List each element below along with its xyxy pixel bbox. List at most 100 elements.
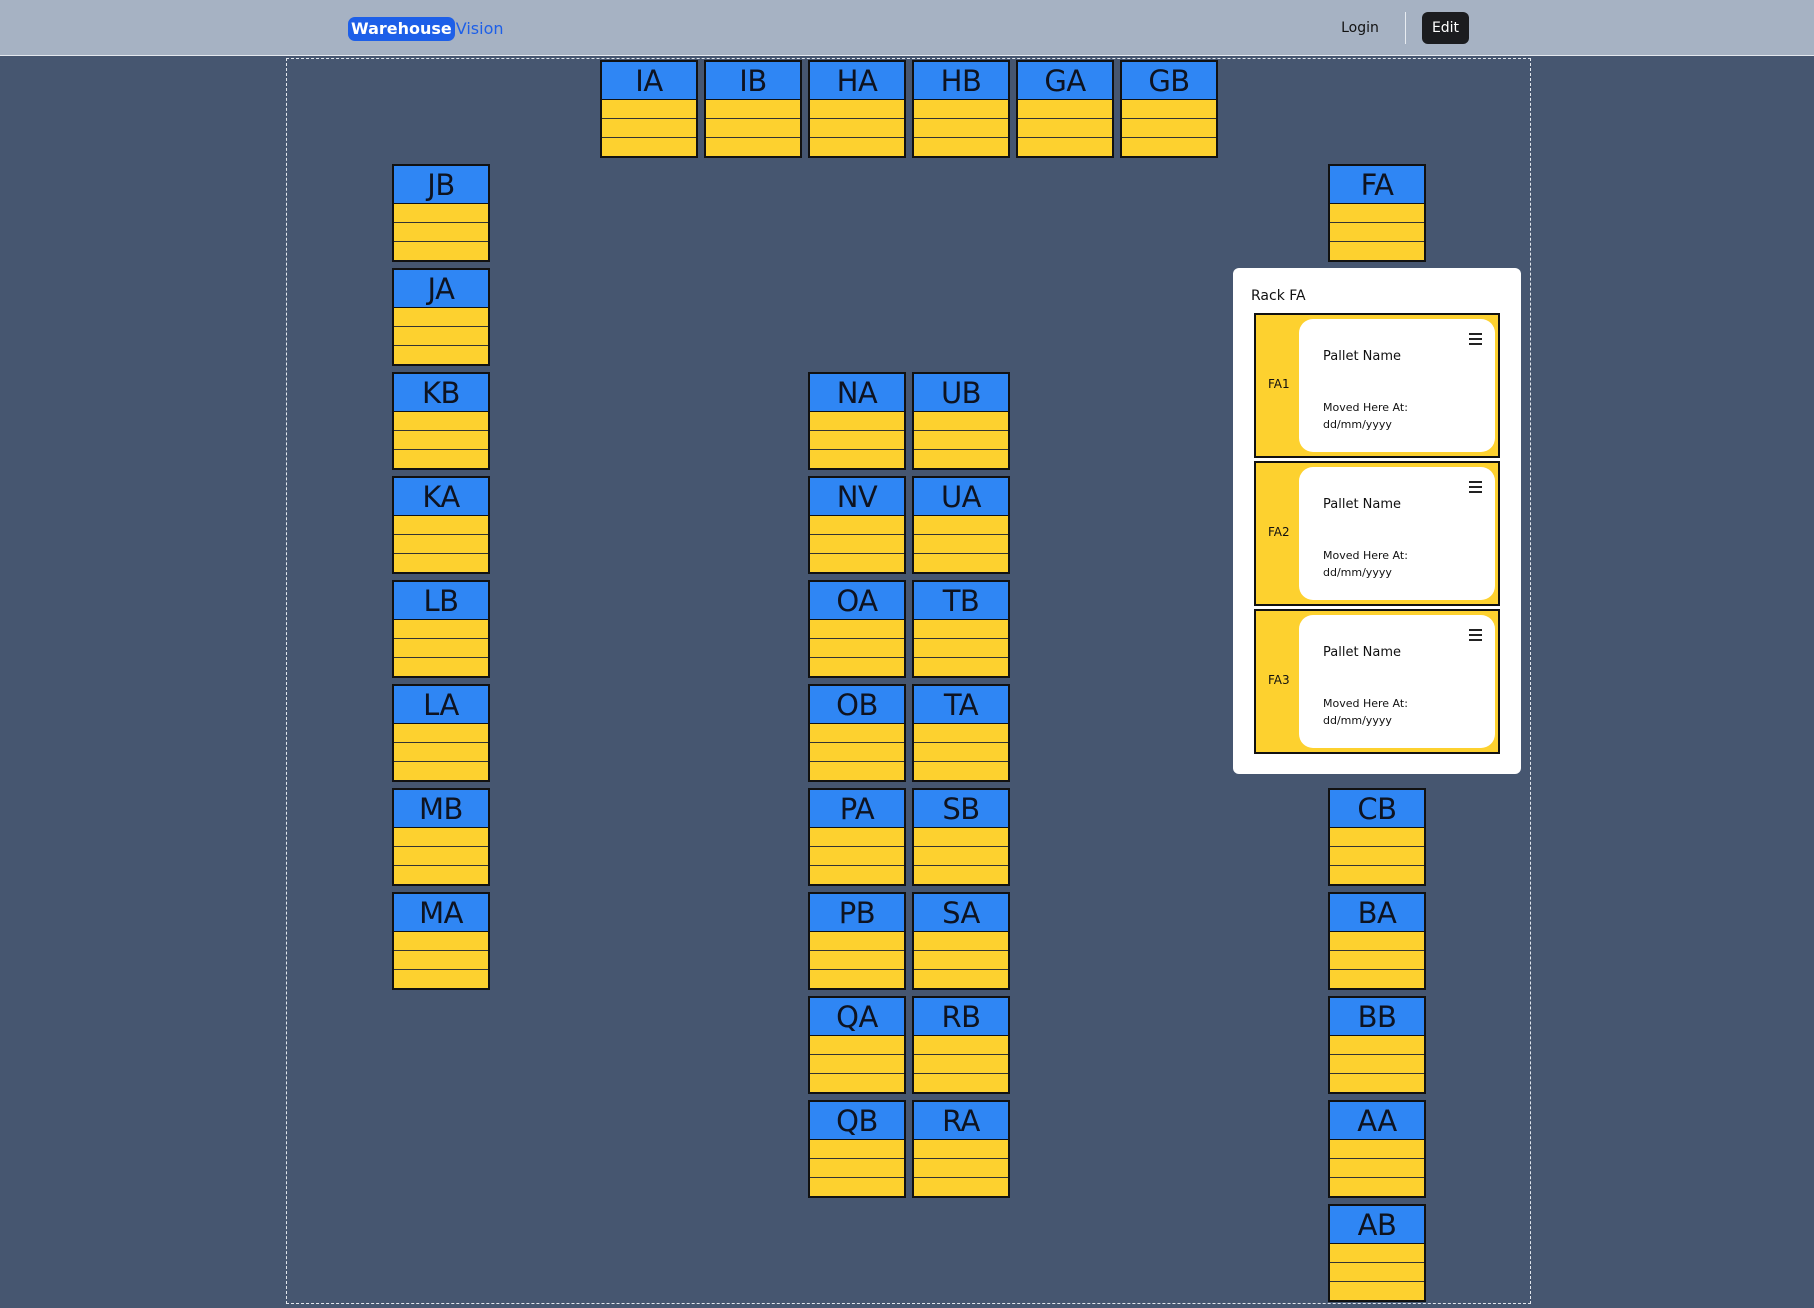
rack-slot[interactable]: [914, 847, 1008, 866]
rack-slot[interactable]: [1330, 970, 1424, 988]
rack-slot[interactable]: [602, 138, 696, 156]
rack-slot[interactable]: [394, 743, 488, 762]
rack-slot[interactable]: [914, 658, 1008, 676]
rack-mb[interactable]: MB: [392, 788, 490, 886]
rack-slot[interactable]: [394, 412, 488, 431]
rack-ba[interactable]: BA: [1328, 892, 1426, 990]
rack-fa[interactable]: FA: [1328, 164, 1426, 262]
rack-slot[interactable]: [706, 138, 800, 156]
rack-slot[interactable]: [914, 535, 1008, 554]
rack-slot[interactable]: [394, 724, 488, 743]
rack-slot[interactable]: [810, 951, 904, 970]
rack-slot[interactable]: [394, 847, 488, 866]
rack-slot[interactable]: [810, 535, 904, 554]
rack-slot[interactable]: [1122, 119, 1216, 138]
rack-slot[interactable]: [1330, 1074, 1424, 1092]
rack-slot[interactable]: [1330, 1140, 1424, 1159]
rack-rb[interactable]: RB: [912, 996, 1010, 1094]
rack-slot[interactable]: [394, 223, 488, 242]
rack-la[interactable]: LA: [392, 684, 490, 782]
menu-icon[interactable]: [1469, 333, 1483, 345]
rack-qb[interactable]: QB: [808, 1100, 906, 1198]
rack-slot[interactable]: [394, 431, 488, 450]
rack-slot[interactable]: [1330, 932, 1424, 951]
rack-slot[interactable]: [1330, 1036, 1424, 1055]
rack-slot[interactable]: [914, 100, 1008, 119]
rack-cb[interactable]: CB: [1328, 788, 1426, 886]
rack-ha[interactable]: HA: [808, 60, 906, 158]
rack-ob[interactable]: OB: [808, 684, 906, 782]
rack-slot[interactable]: [810, 138, 904, 156]
rack-slot[interactable]: [810, 866, 904, 884]
rack-slot[interactable]: [810, 450, 904, 468]
rack-jb[interactable]: JB: [392, 164, 490, 262]
rack-slot[interactable]: [914, 951, 1008, 970]
rack-slot[interactable]: [914, 1178, 1008, 1196]
rack-slot[interactable]: [914, 119, 1008, 138]
rack-slot[interactable]: [394, 866, 488, 884]
rack-slot[interactable]: [394, 308, 488, 327]
rack-slot[interactable]: [914, 412, 1008, 431]
rack-slot[interactable]: [394, 951, 488, 970]
rack-slot[interactable]: [914, 1159, 1008, 1178]
rack-ub[interactable]: UB: [912, 372, 1010, 470]
rack-slot[interactable]: [810, 516, 904, 535]
rack-pa[interactable]: PA: [808, 788, 906, 886]
rack-slot[interactable]: [914, 866, 1008, 884]
rack-slot[interactable]: [1330, 828, 1424, 847]
rack-ga[interactable]: GA: [1016, 60, 1114, 158]
rack-slot[interactable]: [394, 932, 488, 951]
rack-slot[interactable]: [810, 639, 904, 658]
rack-slot[interactable]: [914, 724, 1008, 743]
rack-slot[interactable]: [1330, 866, 1424, 884]
rack-ia[interactable]: IA: [600, 60, 698, 158]
rack-slot[interactable]: [810, 1055, 904, 1074]
rack-slot[interactable]: [810, 724, 904, 743]
rack-slot[interactable]: [1330, 1282, 1424, 1300]
login-button[interactable]: Login: [1330, 14, 1390, 42]
rack-slot[interactable]: [394, 658, 488, 676]
menu-icon[interactable]: [1469, 481, 1483, 493]
rack-slot[interactable]: [914, 554, 1008, 572]
rack-slot[interactable]: [914, 516, 1008, 535]
rack-slot[interactable]: [1330, 1159, 1424, 1178]
rack-aa[interactable]: AA: [1328, 1100, 1426, 1198]
rack-slot[interactable]: [1018, 100, 1112, 119]
rack-slot[interactable]: [394, 327, 488, 346]
rack-slot[interactable]: [810, 762, 904, 780]
rack-slot[interactable]: [394, 242, 488, 260]
rack-ja[interactable]: JA: [392, 268, 490, 366]
rack-slot[interactable]: [394, 450, 488, 468]
rack-slot[interactable]: [1018, 138, 1112, 156]
rack-ua[interactable]: UA: [912, 476, 1010, 574]
rack-pb[interactable]: PB: [808, 892, 906, 990]
rack-slot[interactable]: [394, 204, 488, 223]
brand-logo[interactable]: Warehouse Vision: [348, 16, 504, 41]
rack-slot[interactable]: [914, 639, 1008, 658]
rack-slot[interactable]: [810, 743, 904, 762]
rack-slot[interactable]: [810, 847, 904, 866]
rack-slot[interactable]: [1330, 1055, 1424, 1074]
rack-ib[interactable]: IB: [704, 60, 802, 158]
rack-kb[interactable]: KB: [392, 372, 490, 470]
rack-slot[interactable]: [706, 100, 800, 119]
menu-icon[interactable]: [1469, 629, 1483, 641]
rack-ma[interactable]: MA: [392, 892, 490, 990]
rack-slot[interactable]: [810, 554, 904, 572]
rack-qa[interactable]: QA: [808, 996, 906, 1094]
rack-slot[interactable]: [1122, 138, 1216, 156]
rack-slot[interactable]: [810, 100, 904, 119]
rack-slot[interactable]: [602, 119, 696, 138]
rack-slot[interactable]: [810, 431, 904, 450]
rack-slot[interactable]: [394, 535, 488, 554]
rack-tb[interactable]: TB: [912, 580, 1010, 678]
rack-slot[interactable]: [810, 1178, 904, 1196]
rack-sa[interactable]: SA: [912, 892, 1010, 990]
rack-bb[interactable]: BB: [1328, 996, 1426, 1094]
rack-slot[interactable]: [810, 1074, 904, 1092]
rack-lb[interactable]: LB: [392, 580, 490, 678]
rack-slot[interactable]: [810, 658, 904, 676]
rack-nv[interactable]: NV: [808, 476, 906, 574]
rack-slot[interactable]: [1122, 100, 1216, 119]
rack-slot[interactable]: [810, 1036, 904, 1055]
